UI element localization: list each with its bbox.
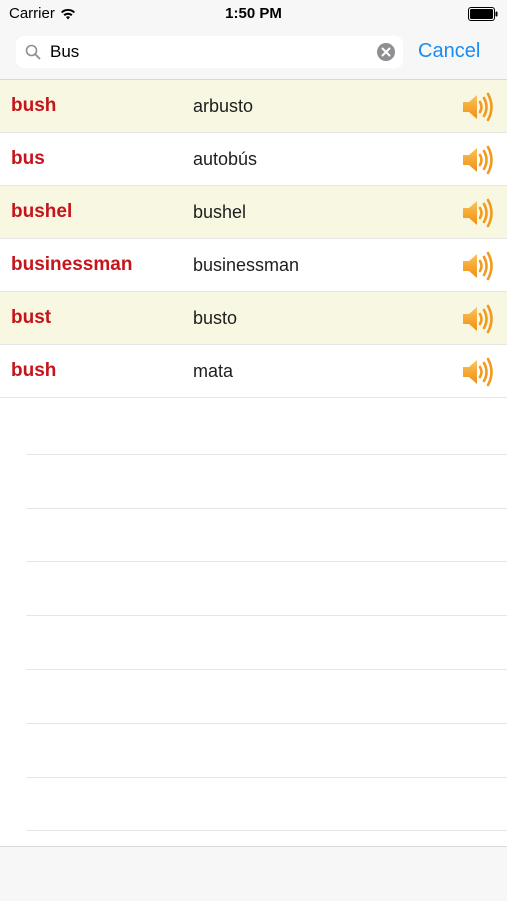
speaker-icon[interactable]: [461, 197, 495, 229]
word-label: bush: [11, 95, 57, 116]
search-input[interactable]: [50, 40, 370, 64]
word-label: bus: [11, 148, 45, 169]
translation-label: arbusto: [193, 96, 254, 116]
list-item[interactable]: bush arbusto: [0, 80, 507, 133]
translation-label: bushel: [193, 202, 247, 222]
list-item[interactable]: bush mata: [0, 345, 507, 398]
bottom-toolbar: [0, 846, 507, 901]
empty-row-separator: [26, 724, 507, 778]
word-label: businessman: [11, 254, 133, 275]
status-time: 1:50 PM: [225, 5, 282, 22]
speaker-icon[interactable]: [461, 303, 495, 335]
results-list: bush arbusto bus autobús bushel bushel b…: [0, 80, 507, 398]
word-label: bushel: [11, 201, 73, 222]
speaker-icon[interactable]: [461, 91, 495, 123]
empty-row-separator: [26, 455, 507, 509]
empty-row-separator: [26, 778, 507, 832]
empty-row-separator: [26, 670, 507, 724]
translation-label: busto: [193, 308, 238, 328]
empty-row-separator: [26, 509, 507, 563]
search-field[interactable]: [16, 36, 403, 68]
word-label: bust: [11, 307, 52, 328]
clear-icon[interactable]: [377, 43, 395, 61]
translation-label: businessman: [193, 255, 300, 275]
search-icon: [25, 44, 41, 60]
search-bar: Cancel: [0, 28, 507, 80]
empty-rows: [0, 401, 507, 832]
empty-row-separator: [26, 401, 507, 455]
translation-label: autobús: [193, 149, 258, 169]
list-item[interactable]: businessman businessman: [0, 239, 507, 292]
list-item[interactable]: bust busto: [0, 292, 507, 345]
cancel-button[interactable]: Cancel: [418, 40, 480, 63]
speaker-icon[interactable]: [461, 250, 495, 282]
status-bar: Carrier 1:50 PM: [0, 0, 507, 28]
empty-row-separator: [26, 562, 507, 617]
translation-label: mata: [193, 361, 234, 381]
speaker-icon[interactable]: [461, 144, 495, 176]
empty-row-separator: [26, 616, 507, 670]
battery-icon: [468, 7, 498, 21]
speaker-icon[interactable]: [461, 356, 495, 388]
word-label: bush: [11, 360, 57, 381]
list-item[interactable]: bus autobús: [0, 133, 507, 186]
list-item[interactable]: bushel bushel: [0, 186, 507, 239]
